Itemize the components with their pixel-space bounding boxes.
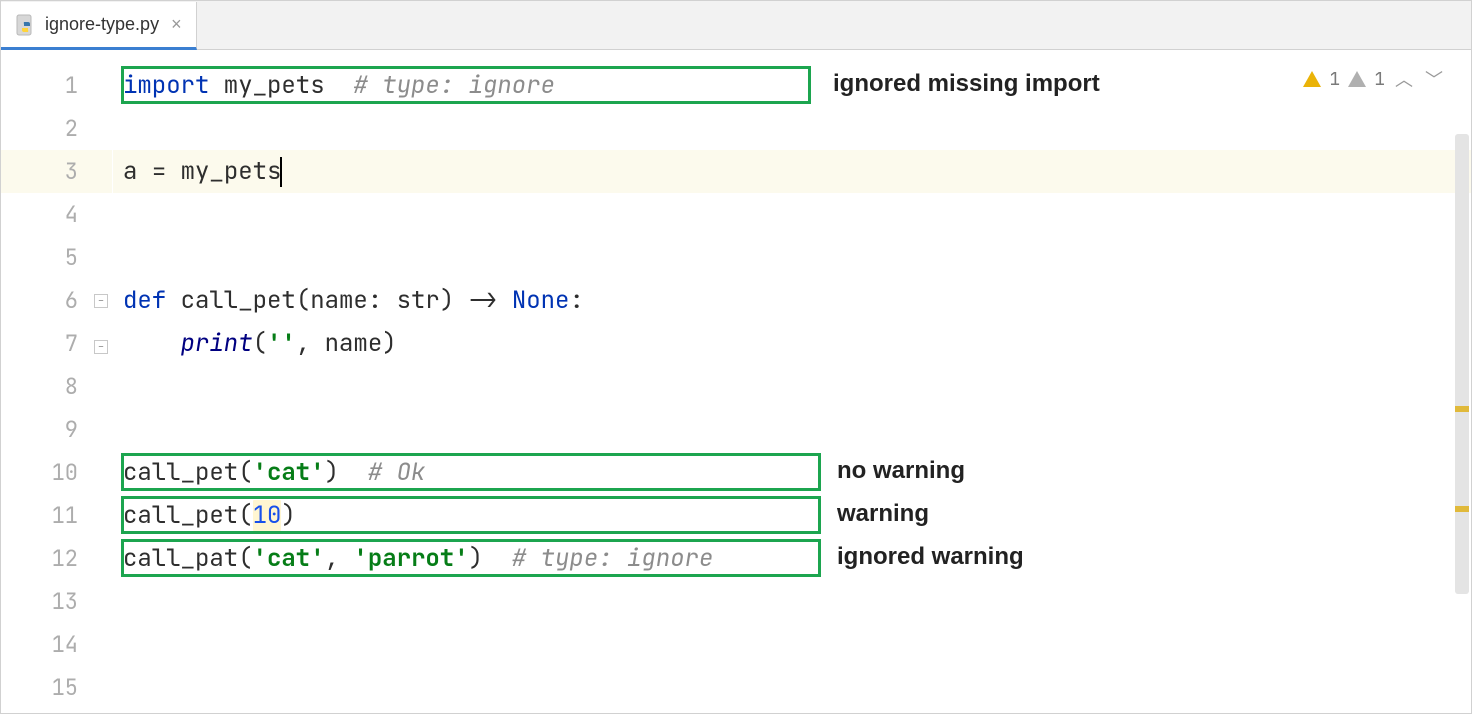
code-line[interactable] xyxy=(113,236,1471,279)
code-line[interactable] xyxy=(113,107,1471,150)
line-number[interactable]: 15 xyxy=(1,666,112,709)
code-line[interactable]: import my_pets # type: ignore ignored mi… xyxy=(113,64,1471,107)
gutter: 1 2 3 4 5 6– 7– 8 9 10 11 12 13 14 15 xyxy=(1,50,113,713)
code-line[interactable] xyxy=(113,580,1471,623)
code-line[interactable]: a = my_pets xyxy=(113,150,1471,193)
line-number[interactable]: 3 xyxy=(1,150,112,193)
code-line[interactable] xyxy=(113,193,1471,236)
line-number[interactable]: 13 xyxy=(1,580,112,623)
code-line[interactable] xyxy=(113,666,1471,709)
code-line[interactable] xyxy=(113,623,1471,666)
line-number[interactable]: 11 xyxy=(1,494,112,537)
annotation-label: ignored missing import xyxy=(833,70,1100,98)
line-number[interactable]: 4 xyxy=(1,193,112,236)
fold-end-icon[interactable]: – xyxy=(94,340,108,354)
code-line[interactable]: call_pat('cat', 'parrot') # type: ignore… xyxy=(113,537,1471,580)
code-area[interactable]: 1 1 ︿ ﹀ import my_pets # type: ignore ig… xyxy=(113,50,1471,713)
line-number[interactable]: 2 xyxy=(1,107,112,150)
python-file-icon xyxy=(15,14,37,36)
code-line[interactable]: call_pet('cat') # Ok no warning xyxy=(113,451,1471,494)
code-line[interactable]: print('', name) xyxy=(113,322,1471,365)
line-number[interactable]: 10 xyxy=(1,451,112,494)
error-stripe-mark[interactable] xyxy=(1455,406,1469,412)
code-line[interactable]: call_pet(10) warning xyxy=(113,494,1471,537)
code-line[interactable]: def call_pet(name: str) -> None: xyxy=(113,279,1471,322)
annotation-label: warning xyxy=(837,500,929,528)
line-number[interactable]: 6– xyxy=(1,279,112,322)
fold-start-icon[interactable]: – xyxy=(94,294,108,308)
annotation-label: no warning xyxy=(837,457,965,485)
line-number[interactable]: 1 xyxy=(1,64,112,107)
line-number[interactable]: 12 xyxy=(1,537,112,580)
line-number[interactable]: 8 xyxy=(1,365,112,408)
file-tab-label: ignore-type.py xyxy=(45,14,159,35)
line-number[interactable]: 5 xyxy=(1,236,112,279)
close-icon[interactable]: × xyxy=(171,14,182,35)
error-stripe-mark[interactable] xyxy=(1455,506,1469,512)
file-tab[interactable]: ignore-type.py × xyxy=(1,2,197,50)
code-line[interactable] xyxy=(113,408,1471,451)
line-number[interactable]: 7– xyxy=(1,322,112,365)
annotation-label: ignored warning xyxy=(837,543,1024,571)
scroll-thumb[interactable] xyxy=(1455,134,1469,594)
text-caret xyxy=(280,157,282,187)
scrollbar[interactable] xyxy=(1455,104,1469,703)
code-line[interactable] xyxy=(113,365,1471,408)
line-number[interactable]: 9 xyxy=(1,408,112,451)
line-number[interactable]: 14 xyxy=(1,623,112,666)
editor-tab-bar: ignore-type.py × xyxy=(1,1,1471,50)
editor: 1 2 3 4 5 6– 7– 8 9 10 11 12 13 14 15 1 … xyxy=(1,50,1471,713)
